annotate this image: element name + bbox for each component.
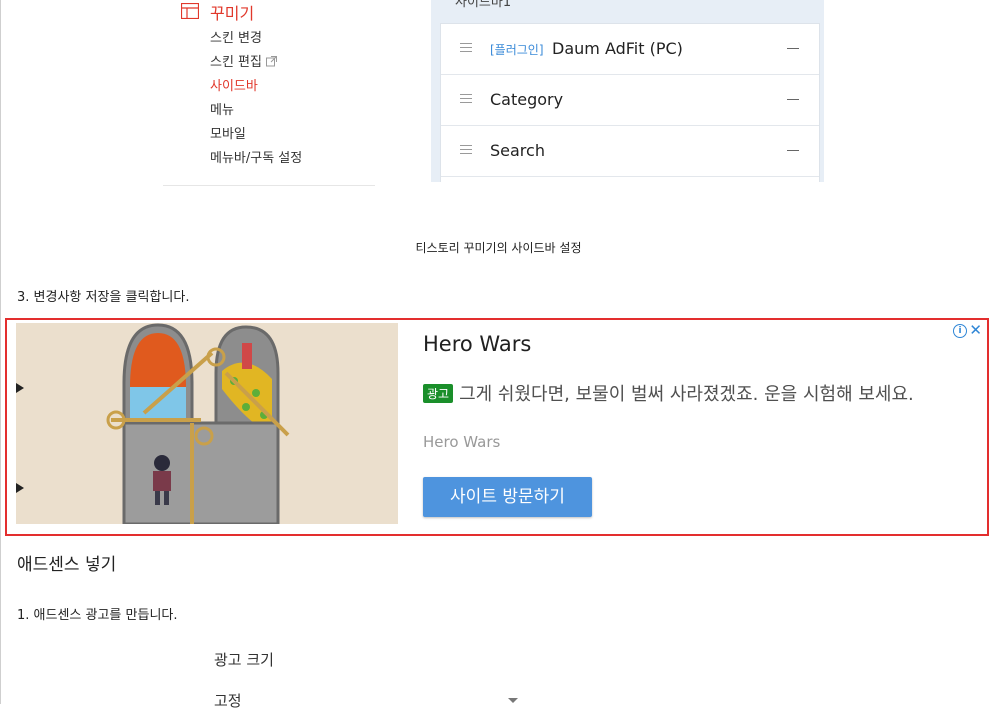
submenu-item-label: 스킨 변경 [210,31,262,46]
ad-description[interactable]: 광고 그게 쉬웠다면, 보물이 벌써 사라졌겠죠. 운을 시험해 보세요. [423,380,914,406]
collapse-icon[interactable] [787,150,799,151]
menu-title[interactable]: 꾸미기 [210,0,254,24]
step-save-text: 3. 변경사항 저장을 클릭합니다. [17,290,190,305]
sidebar-panel-title: 사이드바1 [455,0,512,10]
submenu-item-label: 모바일 [210,127,246,142]
ad-description-text: 그게 쉬웠다면, 보물이 벌써 사라졌겠죠. 운을 시험해 보세요. [459,384,914,405]
module-title: Category [490,90,564,109]
drag-handle-icon[interactable] [460,94,472,106]
sidebar-module-list: [플러그인] Daum AdFit (PC) Category Search [440,23,820,178]
submenu-item-label: 사이드바 [210,79,258,94]
ad-container[interactable]: Hero Wars 광고 그게 쉬웠다면, 보물이 벌써 사라졌겠죠. 운을 시험… [5,318,989,536]
submenu-item-sidebar[interactable]: 사이드바 [210,78,302,102]
ad-info-icon[interactable]: i [953,324,967,338]
step-adsense-text: 1. 애드센스 광고를 만듭니다. [17,608,178,623]
ad-image[interactable] [16,323,398,524]
game-illustration [16,323,398,524]
module-title: Daum AdFit (PC) [552,39,683,58]
submenu-item-menubar[interactable]: 메뉴바/구독 설정 [210,150,302,174]
sidebar-module-list-tail [440,177,820,182]
drag-handle-icon[interactable] [460,145,472,157]
ad-advertiser[interactable]: Hero Wars [423,433,500,451]
ad-badge: 광고 [423,384,454,403]
ad-size-label: 광고 크기 [214,651,274,669]
figure-caption: 티스토리 꾸미기의 사이드바 설정 [415,241,582,255]
sidebar-module-category[interactable]: Category [441,75,819,126]
submenu-item-skin-change[interactable]: 스킨 변경 [210,30,302,54]
layout-icon [181,3,199,19]
close-icon[interactable]: ✕ [969,321,982,339]
collapse-icon[interactable] [787,99,799,100]
chevron-down-icon[interactable] [508,698,518,703]
submenu-item-skin-edit[interactable]: 스킨 편집 [210,54,302,78]
sidebar-module-search[interactable]: Search [441,126,819,177]
submenu-item-label: 메뉴 [210,103,234,118]
external-link-icon [265,56,277,67]
submenu: 스킨 변경 스킨 편집 사이드바 메뉴 모바일 메뉴바/구독 설정 [210,30,302,174]
section-heading: 애드센스 넣기 [17,555,117,575]
content-left-border [0,0,1,704]
collapse-icon[interactable] [787,48,799,49]
menu-divider [163,185,375,186]
submenu-item-mobile[interactable]: 모바일 [210,126,302,150]
submenu-item-label: 스킨 편집 [210,55,262,70]
ad-size-select[interactable]: 고정 [214,690,242,711]
visit-site-button[interactable]: 사이트 방문하기 [423,477,592,517]
drag-handle-icon[interactable] [460,43,472,55]
module-title: Search [490,141,545,160]
submenu-item-label: 메뉴바/구독 설정 [210,151,303,166]
submenu-item-menu[interactable]: 메뉴 [210,102,302,126]
ad-headline[interactable]: Hero Wars [423,332,531,356]
plugin-tag: [플러그인] [490,43,544,57]
sidebar-module-adfit[interactable]: [플러그인] Daum AdFit (PC) [441,24,819,75]
